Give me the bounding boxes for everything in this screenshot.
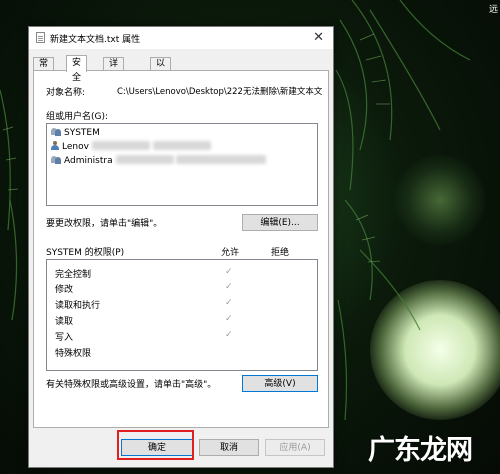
permissions-list[interactable]: 完全控制 ✓ 修改 ✓ 读取和执行 ✓ 读取 ✓ 写入 ✓ 特殊权限	[46, 259, 318, 371]
text-file-icon	[36, 32, 45, 43]
edit-hint: 要更改权限，请单击"编辑"。	[46, 219, 163, 229]
redacted-text	[176, 155, 267, 164]
redacted-text	[115, 155, 174, 164]
user-name: Administra	[64, 156, 113, 166]
allow-check-icon: ✓	[225, 298, 233, 308]
group-or-user-label: 组或用户名(G):	[46, 112, 109, 122]
allow-check-icon: ✓	[225, 267, 233, 277]
list-item-system[interactable]: SYSTEM	[51, 127, 100, 139]
cancel-button[interactable]: 取消	[199, 439, 259, 456]
title-bar[interactable]: 新建文本文档.txt 属性 ✕	[29, 27, 333, 49]
user-icon	[51, 141, 59, 150]
tab-previous-versions[interactable]: 以前的版本	[150, 57, 172, 121]
allow-check-icon: ✓	[225, 330, 233, 340]
object-name-value: C:\Users\Lenovo\Desktop\222无法删除\新建文本文	[117, 87, 323, 97]
permission-row-full-control: 完全控制	[55, 270, 92, 280]
list-item-administrators[interactable]: Administra	[51, 155, 267, 167]
permission-row-modify: 修改	[55, 285, 74, 295]
permission-row-write: 写入	[55, 333, 74, 343]
user-name: SYSTEM	[64, 128, 100, 138]
apply-button[interactable]: 应用(A)	[265, 439, 325, 456]
permissions-title: SYSTEM 的权限(P)	[46, 248, 125, 258]
watermark-text: 广东龙网	[368, 435, 473, 463]
security-panel: 对象名称: C:\Users\Lenovo\Desktop\222无法删除\新建…	[33, 70, 329, 428]
user-list[interactable]: SYSTEM Lenov Administra	[46, 123, 318, 206]
group-icon	[51, 155, 61, 164]
advanced-button[interactable]: 高级(V)	[242, 375, 318, 392]
tab-general[interactable]: 常规	[33, 57, 55, 82]
redacted-text	[91, 141, 150, 150]
object-name-label: 对象名称:	[46, 88, 86, 98]
ok-button-highlight	[117, 430, 194, 460]
permission-row-read-execute: 读取和执行	[55, 301, 101, 311]
properties-dialog: 新建文本文档.txt 属性 ✕ 常规 安全 详细信息 以前的版本 对象名称: C…	[28, 26, 334, 468]
edit-button[interactable]: 编辑(E)...	[242, 214, 318, 231]
allow-column-header: 允许	[221, 248, 240, 258]
list-item-lenovo[interactable]: Lenov	[51, 141, 211, 153]
advanced-hint: 有关特殊权限或高级设置，请单击"高级"。	[46, 380, 217, 390]
user-name: Lenov	[62, 142, 89, 152]
allow-check-icon: ✓	[225, 314, 233, 324]
group-icon	[51, 127, 61, 136]
permission-row-special: 特殊权限	[55, 349, 92, 359]
redacted-text	[152, 141, 211, 150]
deny-column-header: 拒绝	[271, 248, 290, 258]
tab-details[interactable]: 详细信息	[103, 57, 125, 108]
desktop-corner-label: 远	[488, 5, 498, 15]
dialog-title: 新建文本文档.txt 属性	[50, 35, 141, 45]
allow-check-icon: ✓	[225, 282, 233, 292]
watermark: 广东龙网	[354, 427, 494, 463]
permission-row-read: 读取	[55, 317, 74, 327]
tab-security[interactable]: 安全	[66, 55, 88, 83]
close-icon[interactable]: ✕	[313, 30, 324, 45]
